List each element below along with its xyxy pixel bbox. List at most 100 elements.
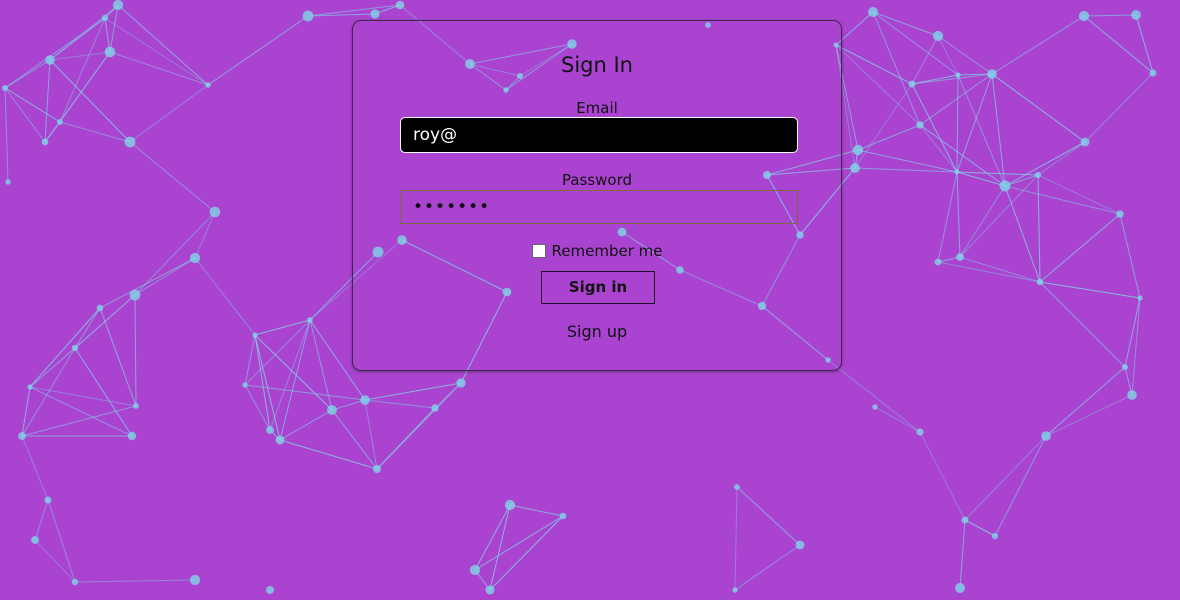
network-line (129, 141, 216, 213)
network-line (117, 4, 209, 86)
network-line (959, 256, 1041, 283)
network-line (194, 257, 256, 336)
network-line (1084, 72, 1154, 143)
network-line (1004, 185, 1041, 283)
network-node (242, 382, 248, 388)
network-node (370, 9, 380, 19)
network-line (991, 73, 1006, 187)
network-node (266, 426, 274, 434)
network-node (504, 499, 516, 511)
network-line (44, 59, 51, 143)
network-node (71, 578, 79, 586)
page-title: Sign In (561, 53, 633, 77)
network-node (189, 252, 201, 264)
network-line (254, 334, 333, 411)
network-node (395, 0, 405, 10)
network-line (1004, 185, 1121, 215)
network-line (991, 15, 1085, 75)
network-line (29, 307, 101, 388)
signin-button[interactable]: Sign in (541, 271, 655, 304)
network-line (956, 74, 959, 173)
network-line (244, 334, 256, 386)
network-line (1004, 141, 1086, 187)
network-node (456, 378, 466, 388)
network-line (959, 185, 1006, 258)
network-node (852, 144, 864, 156)
network-line (1037, 174, 1121, 215)
network-line (1135, 14, 1154, 74)
network-node (112, 0, 124, 11)
network-node (1078, 10, 1090, 22)
network-node (872, 404, 878, 410)
remember-me-checkbox[interactable] (531, 244, 546, 258)
network-line (104, 17, 209, 86)
network-node (205, 82, 211, 88)
network-line (21, 435, 49, 501)
network-node (868, 7, 878, 17)
network-node (485, 585, 495, 595)
network-line (509, 504, 564, 517)
network-line (331, 399, 366, 411)
network-line (134, 211, 216, 296)
network-line (872, 11, 939, 37)
network-node (44, 496, 52, 504)
network-node (956, 253, 964, 261)
network-line (1131, 297, 1141, 396)
network-node (129, 289, 141, 301)
network-line (309, 319, 333, 411)
email-field[interactable] (400, 117, 798, 153)
network-line (937, 35, 993, 75)
network-node (916, 121, 924, 129)
network-line (279, 409, 333, 441)
network-node (302, 10, 314, 22)
network-line (874, 406, 921, 433)
network-node (734, 484, 740, 490)
signup-link[interactable]: Sign up (353, 322, 841, 342)
network-line (937, 171, 958, 263)
network-line (34, 539, 76, 583)
network-node (916, 428, 924, 436)
network-node (27, 384, 33, 390)
network-line (59, 121, 131, 143)
network-node (954, 169, 960, 175)
network-line (1045, 366, 1126, 437)
network-line (109, 51, 209, 86)
network-node (41, 138, 49, 146)
network-node (327, 405, 337, 415)
network-line (734, 544, 801, 591)
network-line (129, 84, 209, 143)
network-line (964, 519, 996, 537)
network-line (736, 486, 801, 546)
network-line (827, 359, 921, 433)
network-line (1119, 213, 1141, 299)
network-line (331, 409, 378, 470)
network-line (4, 87, 9, 183)
network-node (1149, 69, 1157, 77)
network-line (835, 44, 921, 126)
remember-me-row: Remember me (353, 242, 841, 260)
network-line (956, 171, 1006, 187)
network-line (99, 257, 196, 309)
network-line (1083, 15, 1154, 74)
network-node (1036, 278, 1044, 286)
signin-card: Sign In Email Password Remember me Sign … (352, 20, 842, 371)
network-node (71, 344, 79, 352)
network-line (29, 347, 76, 388)
password-field[interactable] (400, 190, 798, 224)
network-node (795, 540, 805, 550)
network-line (956, 171, 961, 258)
network-line (959, 519, 966, 589)
network-node (133, 403, 139, 409)
network-line (857, 124, 921, 151)
network-node (934, 258, 942, 266)
network-line (99, 307, 137, 407)
network-node (127, 431, 137, 441)
network-line (376, 407, 436, 470)
network-line (364, 399, 436, 409)
network-node (955, 583, 965, 593)
network-line (74, 307, 101, 349)
network-node (732, 587, 738, 593)
network-line (1124, 297, 1141, 368)
network-line (21, 347, 76, 437)
network-node (252, 332, 258, 338)
